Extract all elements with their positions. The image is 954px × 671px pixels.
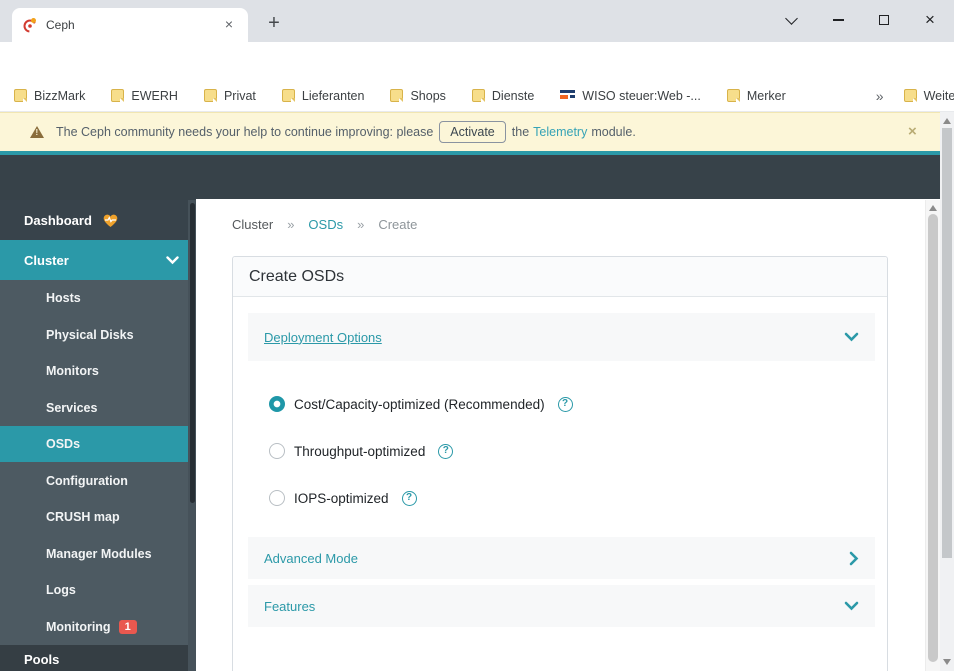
telemetry-link[interactable]: Telemetry [533,125,587,139]
bookmark-note-icon [471,89,485,102]
chevron-down-icon [166,255,179,264]
chevron-down-icon [844,601,859,611]
radio-cost-capacity[interactable]: Cost/Capacity-optimized (Recommended) ? [269,396,573,412]
sidebar-item-monitoring[interactable]: Monitoring 1 [0,609,196,645]
features-accordion[interactable]: Features [248,585,875,627]
bookmarks-bar: BizzMark EWERH Privat Lieferanten Shops … [0,80,954,112]
window-close-button[interactable]: × [907,0,953,40]
sidebar-item-osds[interactable]: OSDs [0,426,196,462]
radio-unselected-icon[interactable] [269,490,285,506]
sidebar-nav: Dashboard Cluster Hosts Physical Disks M… [0,200,196,671]
radio-unselected-icon[interactable] [269,443,285,459]
sidebar-item-configuration[interactable]: Configuration [0,463,196,499]
help-circle-icon[interactable]: ? [557,396,573,412]
bookmark-note-icon [111,89,125,102]
card-title: Create OSDs [233,257,887,297]
sidebar-item-dashboard[interactable]: Dashboard [0,200,196,240]
health-heart-icon [102,213,119,228]
features-label[interactable]: Features [264,599,315,614]
sidebar-item-hosts[interactable]: Hosts [0,280,196,316]
sidebar-item-crush-map[interactable]: CRUSH map [0,499,196,535]
breadcrumb: Cluster » OSDs » Create [232,217,418,232]
bookmark-item[interactable]: Privat [203,89,256,103]
sidebar-item-physical-disks[interactable]: Physical Disks [0,317,196,353]
bookmark-item[interactable]: BizzMark [14,89,85,103]
radio-selected-icon[interactable] [269,396,285,412]
help-circle-icon[interactable]: ? [438,443,454,459]
bookmark-note-icon [726,89,740,102]
activate-button[interactable]: Activate [439,121,506,143]
content-scrollbar-thumb[interactable] [927,214,938,662]
warning-triangle-icon [30,126,44,138]
browser-tab[interactable]: Ceph × [12,8,248,42]
tab-close-icon[interactable]: × [220,16,238,34]
banner-text: the [511,125,530,139]
tab-search-icon[interactable] [768,0,814,40]
scroll-down-arrow[interactable] [943,659,951,665]
chevron-right-icon [849,551,859,566]
main-content: Cluster » OSDs » Create Create OSDs Depl… [196,199,940,671]
banner-text: module. [591,125,636,139]
advanced-mode-accordion[interactable]: Advanced Mode [248,537,875,579]
bookmark-item[interactable]: Shops [390,89,446,103]
bookmark-item[interactable]: Dienste [471,89,534,103]
bookmark-note-icon [203,89,217,102]
breadcrumb-create: Create [378,217,418,232]
create-osds-card: Create OSDs Deployment Options Cost/Capa… [232,256,888,671]
sidebar-scrollbar-thumb[interactable] [190,203,195,503]
scroll-up-arrow[interactable] [943,118,951,124]
banner-text: The Ceph community needs your help to co… [56,125,434,139]
bookmark-note-icon [903,89,917,102]
monitoring-badge: 1 [118,619,137,634]
wiso-icon [560,89,576,102]
sidebar-item-cluster[interactable]: Cluster [0,240,196,280]
help-circle-icon[interactable]: ? [401,490,417,506]
chevron-down-icon [844,332,859,342]
radio-throughput[interactable]: Throughput-optimized ? [269,443,454,459]
breadcrumb-cluster: Cluster [232,217,274,232]
sidebar-item-pools[interactable]: Pools [0,644,196,671]
sidebar-item-services[interactable]: Services [0,390,196,426]
bookmark-note-icon [14,89,27,102]
sidebar-item-monitors[interactable]: Monitors [0,353,196,389]
breadcrumb-osds-link[interactable]: OSDs [308,217,343,232]
bookmarks-overflow-chevron[interactable]: » [876,88,884,104]
sidebar-item-manager-modules[interactable]: Manager Modules [0,536,196,572]
advanced-mode-label[interactable]: Advanced Mode [264,551,358,566]
deployment-options-accordion[interactable]: Deployment Options [248,313,875,361]
deployment-options-link[interactable]: Deployment Options [264,330,382,345]
ceph-favicon [22,17,38,33]
page-scrollbar-thumb[interactable] [942,128,952,558]
radio-iops[interactable]: IOPS-optimized ? [269,490,417,506]
bookmark-item[interactable]: Lieferanten [281,89,364,103]
ceph-header: ceph English ? [0,155,940,348]
window-maximize-button[interactable] [861,0,907,40]
bookmark-item-wiso[interactable]: WISO steuer:Web -... [560,89,701,103]
sidebar-item-logs[interactable]: Logs [0,572,196,608]
browser-titlebar: Ceph × + × [0,0,954,42]
tab-title: Ceph [46,18,75,32]
browser-toolbar: ← → ⌂ Nicht sicher https ://ceph-erbw12-… [0,42,954,122]
other-bookmarks-folder[interactable]: Weitere Lesezeichen [903,89,954,103]
window-minimize-button[interactable] [815,0,861,40]
banner-close-icon[interactable]: × [908,123,917,140]
new-tab-button[interactable]: + [260,10,288,38]
bookmark-item[interactable]: EWERH [111,89,178,103]
bookmark-note-icon [390,89,404,102]
bookmark-note-icon [281,89,295,102]
telemetry-banner: The Ceph community needs your help to co… [0,112,940,151]
bookmark-item[interactable]: Merker [726,89,786,103]
